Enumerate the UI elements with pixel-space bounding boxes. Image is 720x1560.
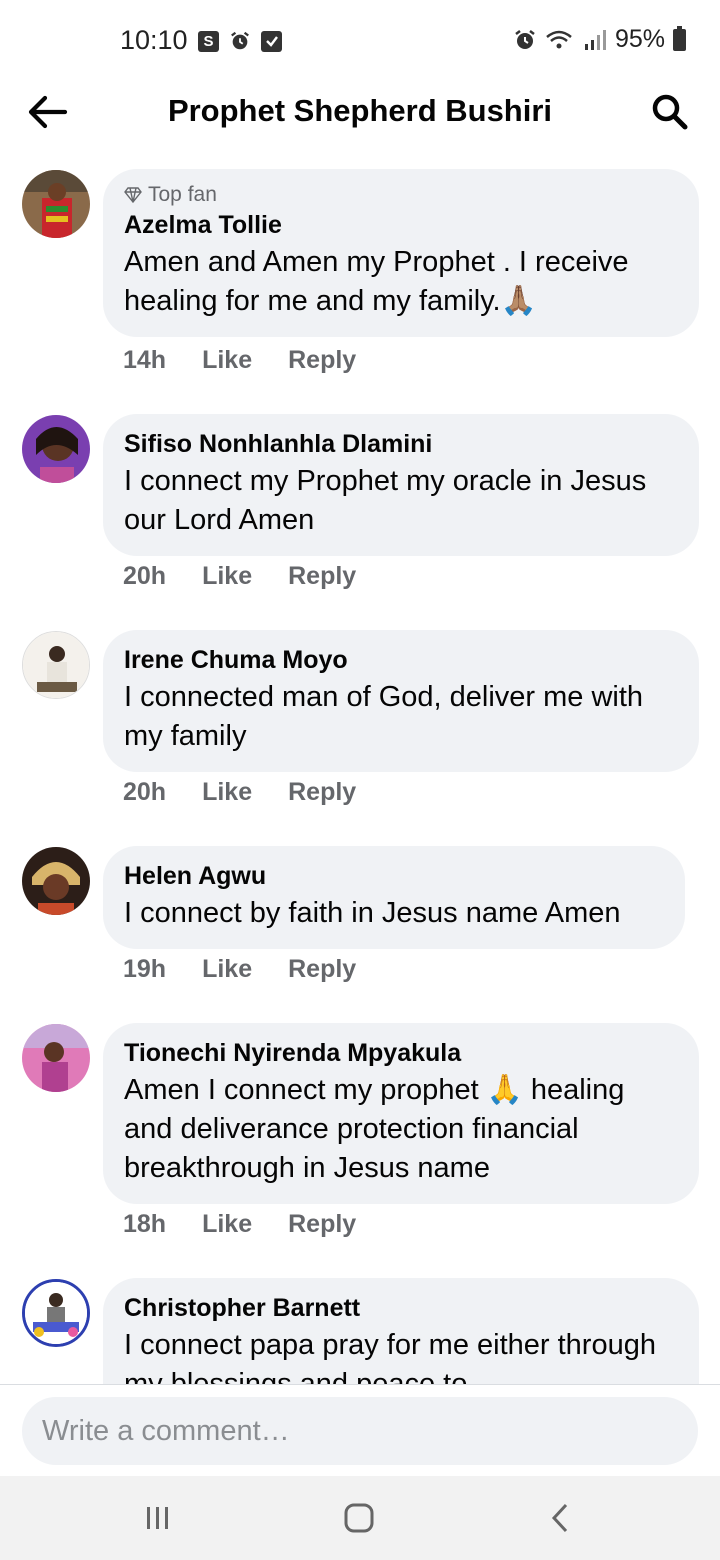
like-button[interactable]: Like xyxy=(202,1210,252,1239)
comment-author[interactable]: Sifiso Nonhlanhla Dlamini xyxy=(124,428,677,460)
comment-composer xyxy=(0,1384,720,1476)
comment-author[interactable]: Christopher Barnett xyxy=(124,1292,677,1324)
check-icon xyxy=(261,30,282,52)
wifi-icon xyxy=(546,30,572,48)
reply-button[interactable]: Reply xyxy=(288,562,356,591)
comment-author[interactable]: Tionechi Nyirenda Mpyakula xyxy=(124,1037,677,1069)
app-header: Prophet Shepherd Bushiri xyxy=(0,80,720,144)
system-nav-bar xyxy=(0,1476,720,1560)
nav-back-button[interactable] xyxy=(538,1496,582,1540)
alarm-icon xyxy=(231,31,249,50)
avatar[interactable] xyxy=(22,415,90,483)
s-app-icon: S xyxy=(198,30,219,52)
comment-author[interactable]: Azelma Tollie xyxy=(124,209,677,241)
comment-text: Amen I connect my prophet 🙏 healing and … xyxy=(124,1074,625,1184)
comment-time[interactable]: 20h xyxy=(123,778,166,807)
comment-text: I connect by faith in Jesus name Amen xyxy=(124,897,621,929)
like-button[interactable]: Like xyxy=(202,562,252,591)
page-title: Prophet Shepherd Bushiri xyxy=(167,93,553,128)
comment-actions: 18h Like Reply xyxy=(123,1210,356,1239)
comment-bubble[interactable]: Top fan Azelma Tollie Amen and Amen my P… xyxy=(103,169,699,337)
comment-bubble[interactable]: Tionechi Nyirenda Mpyakula Amen I connec… xyxy=(103,1023,699,1204)
comment-input[interactable] xyxy=(22,1397,698,1465)
signal-icon xyxy=(584,29,606,50)
reply-button[interactable]: Reply xyxy=(288,1210,356,1239)
avatar[interactable] xyxy=(22,1024,90,1092)
comment-bubble[interactable]: Helen Agwu I connect by faith in Jesus n… xyxy=(103,846,685,949)
comment-actions: 20h Like Reply xyxy=(123,778,356,807)
back-chevron-icon xyxy=(551,1503,568,1533)
comment-time[interactable]: 14h xyxy=(123,346,166,375)
like-button[interactable]: Like xyxy=(202,955,252,984)
comment-text: Amen and Amen my Prophet . I receive hea… xyxy=(124,246,629,317)
comment-time[interactable]: 18h xyxy=(123,1210,166,1239)
notification-icons: S xyxy=(198,30,282,52)
status-bar: 10:10 S 95% xyxy=(0,0,720,80)
comment-actions: 20h Like Reply xyxy=(123,562,356,591)
system-status: 95% xyxy=(513,25,686,54)
avatar[interactable] xyxy=(22,1279,90,1347)
comment-time[interactable]: 20h xyxy=(123,562,166,591)
reply-button[interactable]: Reply xyxy=(288,346,356,375)
reply-button[interactable]: Reply xyxy=(288,955,356,984)
top-fan-badge: Top fan xyxy=(124,183,677,207)
comment-bubble[interactable]: Irene Chuma Moyo I connected man of God,… xyxy=(103,630,699,772)
comment-time[interactable]: 19h xyxy=(123,955,166,984)
avatar[interactable] xyxy=(22,631,90,699)
search-icon xyxy=(652,94,688,130)
comment-text: I connect my Prophet my oracle in Jesus … xyxy=(124,465,647,536)
diamond-icon xyxy=(124,187,142,203)
avatar[interactable] xyxy=(22,170,90,238)
battery-percent: 95% xyxy=(614,25,665,53)
recents-button[interactable] xyxy=(136,1496,180,1540)
like-button[interactable]: Like xyxy=(202,778,252,807)
home-button[interactable] xyxy=(337,1496,381,1540)
recents-icon xyxy=(147,1507,168,1529)
comment-bubble[interactable]: Sifiso Nonhlanhla Dlamini I connect my P… xyxy=(103,414,699,556)
top-fan-label: Top fan xyxy=(148,183,217,206)
home-icon xyxy=(344,1503,374,1533)
comment-text: I connected man of God, deliver me with … xyxy=(124,681,644,752)
battery-icon xyxy=(673,25,686,51)
comment-author[interactable]: Helen Agwu xyxy=(124,860,663,892)
comment-author[interactable]: Irene Chuma Moyo xyxy=(124,644,677,676)
alarm-icon xyxy=(515,29,535,49)
reply-button[interactable]: Reply xyxy=(288,778,356,807)
avatar[interactable] xyxy=(22,847,90,915)
like-button[interactable]: Like xyxy=(202,346,252,375)
search-button[interactable] xyxy=(648,90,692,134)
comment-actions: 19h Like Reply xyxy=(123,955,356,984)
comment-actions: 14h Like Reply xyxy=(123,346,356,375)
status-time: 10:10 xyxy=(120,25,188,55)
